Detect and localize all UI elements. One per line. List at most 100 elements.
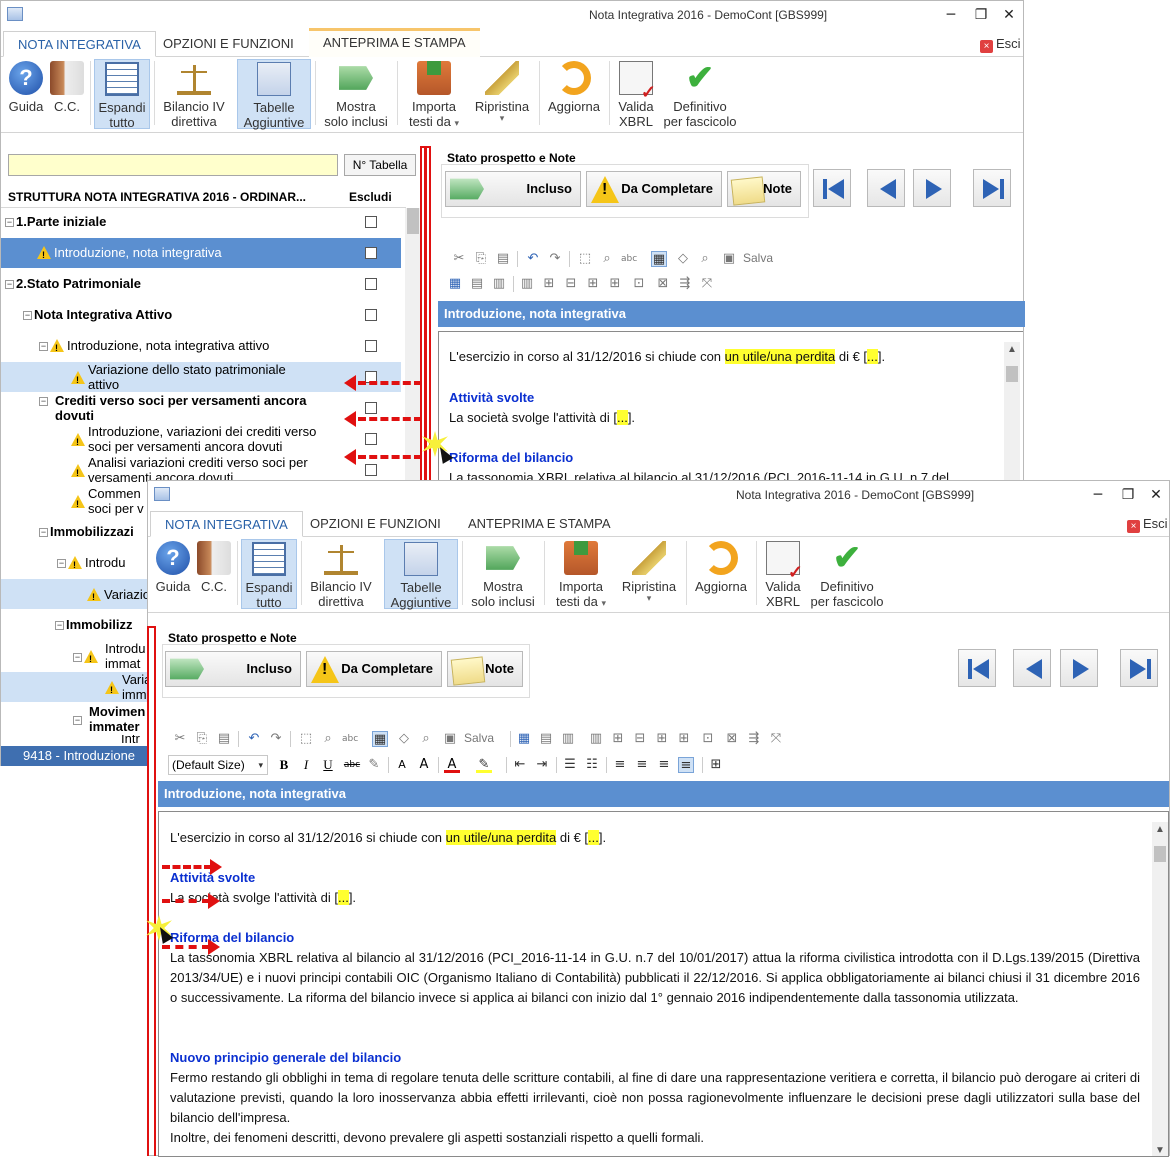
editor-scrollbar[interactable]: ▲ ▼ [1152, 822, 1168, 1156]
escludi-checkbox[interactable] [365, 464, 377, 476]
ripristina-button[interactable]: Ripristina ▾ [616, 539, 682, 609]
tabelle-aggiuntive-button[interactable]: Tabelle Aggiuntive [384, 539, 458, 610]
escludi-checkbox[interactable] [365, 433, 377, 445]
tab-nota-integrativa[interactable]: NOTA INTEGRATIVA [150, 511, 303, 537]
last-button[interactable] [973, 169, 1011, 207]
cc-button[interactable]: C.C. [194, 539, 234, 609]
align-left-icon[interactable]: ≡ [612, 757, 628, 773]
tabelle-aggiuntive-button[interactable]: Tabelle Aggiuntive [237, 59, 311, 130]
undo-icon[interactable]: ↶ [525, 251, 541, 267]
note-button[interactable]: Note [727, 171, 801, 207]
first-button[interactable] [958, 649, 996, 687]
next-button[interactable] [913, 169, 951, 207]
note-button[interactable]: Note [447, 651, 523, 687]
strike-button[interactable]: abc [342, 757, 362, 773]
aggiorna-button[interactable]: Aggiorna [690, 539, 752, 609]
definitivo-button[interactable]: ✔ Definitivo per fascicolo [659, 59, 741, 129]
tab-anteprima-stampa[interactable]: ANTEPRIMA E STAMPA [309, 28, 480, 57]
escludi-checkbox[interactable] [365, 402, 377, 414]
collapse-icon[interactable]: − [39, 528, 48, 537]
align-right-icon[interactable]: ≡ [656, 757, 672, 773]
table-prop-icon[interactable]: ▤ [469, 276, 485, 292]
row-above-icon[interactable]: ⊟ [632, 731, 648, 747]
collapse-icon[interactable]: − [55, 621, 64, 630]
tab-nota-integrativa[interactable]: NOTA INTEGRATIVA [3, 31, 156, 57]
prev-button[interactable] [867, 169, 905, 207]
importa-button[interactable]: Importa testi da ▾ [403, 59, 465, 129]
aggiorna-button[interactable]: Aggiorna [543, 59, 605, 129]
table-prop-icon[interactable]: ▤ [538, 731, 554, 747]
italic-button[interactable]: I [298, 757, 314, 773]
placeholder-highlight[interactable]: un utile/una perdita [724, 349, 836, 364]
table-style-icon[interactable]: ▥ [560, 731, 576, 747]
placeholder-highlight[interactable]: ... [337, 890, 349, 905]
ripristina-button[interactable]: Ripristina ▾ [469, 59, 535, 129]
first-button[interactable] [813, 169, 851, 207]
maximize-button[interactable]: ❐ [971, 5, 991, 25]
col-left-icon[interactable]: ⊞ [654, 731, 670, 747]
document-editor[interactable]: L'esercizio in corso al 31/12/2016 si ch… [438, 331, 1023, 481]
find-icon[interactable]: ⌕ [320, 731, 336, 747]
justify-icon[interactable]: ≡ [678, 757, 694, 773]
copy-icon[interactable]: ⎘ [194, 731, 210, 747]
close-button[interactable]: ✕ [999, 5, 1019, 25]
tree-item[interactable]: −1.Parte iniziale [1, 214, 401, 234]
unmerge-icon[interactable]: ⤧ [768, 731, 784, 747]
tree-item-highlighted[interactable]: Variazione dello stato patrimonialeattiv… [1, 362, 401, 392]
collapse-icon[interactable]: − [39, 342, 48, 351]
tree-item[interactable]: − Introduzione, nota integrativa attivo [1, 338, 401, 358]
tree-item-selected[interactable]: Introduzione, nota integrativa [1, 238, 401, 268]
paste-icon[interactable]: ▤ [495, 251, 511, 267]
collapse-icon[interactable]: − [5, 218, 14, 227]
save-icon[interactable]: ▣ [442, 731, 458, 747]
delete-table-icon[interactable]: ⊠ [655, 276, 671, 292]
shrink-font-icon[interactable]: A [394, 757, 410, 773]
da-completare-button[interactable]: Da Completare [586, 171, 722, 207]
save-label[interactable]: Salva [743, 251, 773, 265]
delete-table-icon[interactable]: ⊠ [724, 731, 740, 747]
unmerge-icon[interactable]: ⤧ [699, 276, 715, 292]
valida-xbrl-button[interactable]: ValidaXBRL [760, 539, 806, 609]
incluso-button[interactable]: Incluso [165, 651, 301, 687]
prev-button[interactable] [1013, 649, 1051, 687]
underline-button[interactable]: U [320, 757, 336, 773]
minimize-button[interactable]: ─ [1088, 485, 1108, 505]
bold-button[interactable]: B [276, 757, 292, 773]
guida-button[interactable]: ? Guida [152, 539, 194, 609]
preview-icon[interactable]: ⌕ [697, 251, 713, 267]
tab-opzioni-funzioni[interactable]: OPZIONI E FUNZIONI [296, 511, 455, 537]
split-icon[interactable]: ⇶ [746, 731, 762, 747]
collapse-icon[interactable]: − [5, 280, 14, 289]
copy-icon[interactable]: ⎘ [473, 251, 489, 267]
incluso-button[interactable]: Incluso [445, 171, 581, 207]
row-icon[interactable]: ▥ [588, 731, 604, 747]
tree-item[interactable]: − Nota Integrativa Attivo [1, 307, 401, 327]
spell-icon[interactable]: abc [342, 731, 358, 747]
tab-anteprima-stampa[interactable]: ANTEPRIMA E STAMPA [454, 511, 625, 537]
undo-icon[interactable]: ↶ [246, 731, 262, 747]
placeholder-highlight[interactable]: ... [616, 410, 628, 425]
table-icon[interactable]: ▦ [447, 276, 463, 292]
col-right-icon[interactable]: ⊞ [607, 276, 623, 292]
scroll-up-icon[interactable]: ▲ [1155, 824, 1165, 835]
row-insert-icon[interactable]: ⊞ [541, 276, 557, 292]
font-color-icon[interactable]: A [444, 757, 460, 773]
collapse-icon[interactable]: − [57, 559, 66, 568]
html-icon[interactable]: ◇ [675, 251, 691, 267]
layout-icon[interactable]: ▦ [372, 731, 388, 747]
cut-icon[interactable]: ✂ [451, 251, 467, 267]
numbered-list-icon[interactable]: ☷ [584, 757, 600, 773]
bilancio-button[interactable]: Bilancio IV direttiva [305, 539, 377, 609]
row-insert-icon[interactable]: ⊞ [610, 731, 626, 747]
merge-icon[interactable]: ⊡ [700, 731, 716, 747]
minimize-button[interactable]: ─ [941, 5, 961, 25]
merge-icon[interactable]: ⊡ [631, 276, 647, 292]
close-button[interactable]: ✕ [1146, 485, 1166, 505]
html-icon[interactable]: ◇ [396, 731, 412, 747]
escludi-checkbox[interactable] [365, 247, 377, 259]
redo-icon[interactable]: ↷ [547, 251, 563, 267]
select-all-icon[interactable]: ⬚ [577, 251, 593, 267]
collapse-icon[interactable]: − [23, 311, 32, 320]
escludi-checkbox[interactable] [365, 340, 377, 352]
table-icon[interactable]: ▦ [516, 731, 532, 747]
